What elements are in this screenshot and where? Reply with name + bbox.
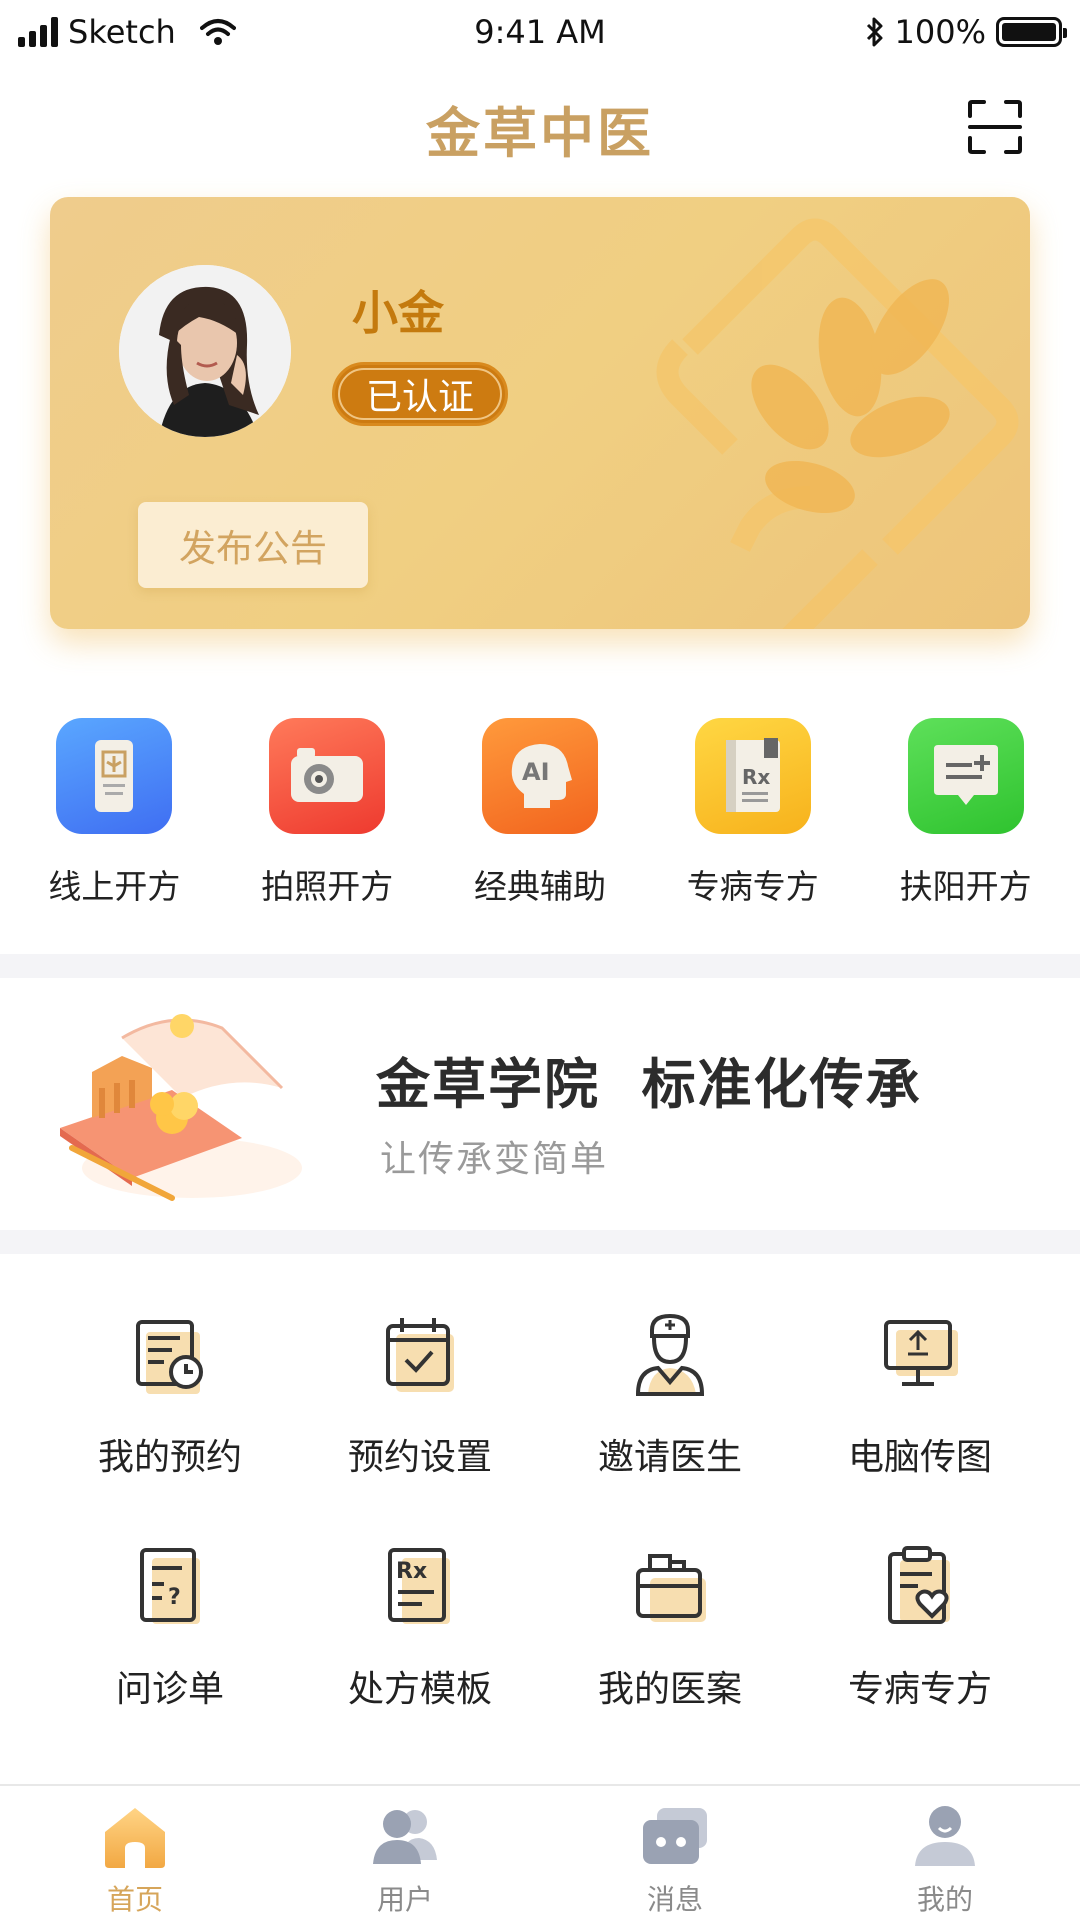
tool-prescription-template[interactable]: Rx 处方模板 (295, 1542, 545, 1712)
avatar[interactable] (119, 265, 291, 437)
appointment-icon (136, 1320, 203, 1394)
status-left: Sketch (18, 13, 236, 51)
quick-actions: 线上开方 拍照开方 AI 经典辅助 Rx 专病专方 扶阳开方 (0, 718, 1080, 908)
tab-bar: 首页 用户 消息 我的 (0, 1784, 1080, 1920)
leaf-logo-watermark (656, 218, 1019, 629)
tool-my-cases[interactable]: 我的医案 (545, 1542, 795, 1712)
phone-card-icon (56, 718, 173, 834)
tool-label: 我的医案 (597, 1669, 742, 1710)
doctor-icon (635, 1313, 705, 1396)
questionnaire-icon: ? (140, 1548, 200, 1624)
quick-action-fuyang-prescription[interactable]: 扶阳开方 (866, 718, 1066, 908)
camera-icon (269, 718, 386, 834)
academy-illustration (60, 1014, 302, 1201)
rx-book-icon: Rx (694, 718, 811, 834)
tool-label: 预约设置 (347, 1437, 492, 1478)
computer-upload-icon (884, 1320, 958, 1386)
quick-action-label: 经典辅助 (473, 867, 606, 906)
carrier-label: Sketch (68, 13, 176, 51)
quick-action-special-disease[interactable]: Rx 专病专方 (653, 718, 853, 908)
quick-action-photo-prescription[interactable]: 拍照开方 (227, 718, 427, 908)
signal-icon (18, 17, 58, 47)
profile-card: 小金 已认证 发布公告 (50, 197, 1030, 629)
user-name: 小金 (352, 286, 444, 340)
tab-label: 消息 (646, 1883, 703, 1916)
tool-my-appointments[interactable]: 我的预约 (45, 1310, 295, 1480)
tool-appointment-settings[interactable]: 预约设置 (295, 1310, 545, 1480)
verified-badge: 已认证 (332, 362, 508, 426)
ai-head-icon: AI (481, 718, 598, 834)
tool-invite-doctor[interactable]: 邀请医生 (545, 1310, 795, 1480)
tool-label: 邀请医生 (597, 1437, 742, 1478)
tool-label: 专病专方 (847, 1669, 992, 1710)
banner-subtitle: 让传承变简单 (380, 1139, 609, 1180)
rx-template-icon: Rx (388, 1548, 450, 1624)
svg-text:Rx: Rx (396, 1559, 427, 1584)
tool-label: 处方模板 (347, 1669, 492, 1710)
tab-mine[interactable]: 我的 (835, 1786, 1055, 1920)
avatar-photo (119, 265, 291, 437)
tab-home[interactable]: 首页 (25, 1786, 245, 1920)
nav-bar: 金草中医 (0, 64, 1080, 192)
tab-label: 用户 (376, 1883, 433, 1916)
users-icon (373, 1810, 437, 1864)
section-divider (0, 1230, 1080, 1254)
message-icon (643, 1808, 707, 1864)
tab-users[interactable]: 用户 (295, 1786, 515, 1920)
wifi-icon (199, 19, 236, 45)
tab-messages[interactable]: 消息 (565, 1786, 785, 1920)
tab-label: 我的 (916, 1883, 973, 1916)
quick-action-label: 拍照开方 (261, 867, 394, 906)
tool-questionnaire[interactable]: ? 问诊单 (45, 1542, 295, 1712)
academy-banner[interactable]: 金草学院 标准化传承 让传承变简单 (0, 978, 1080, 1230)
status-bar: Sketch 9:41 AM 100% (0, 0, 1080, 64)
message-add-icon (907, 718, 1024, 834)
tool-label: 问诊单 (115, 1669, 224, 1710)
tool-pc-upload[interactable]: 电脑传图 (795, 1310, 1045, 1480)
calendar-check-icon (386, 1318, 454, 1392)
profile-icon (915, 1806, 975, 1866)
section-divider (0, 954, 1080, 978)
verified-badge-label: 已认证 (365, 377, 474, 418)
bluetooth-icon (866, 17, 883, 47)
tab-label: 首页 (106, 1883, 163, 1916)
home-icon (105, 1808, 165, 1868)
svg-text:?: ? (168, 1585, 181, 1610)
folder-icon (636, 1554, 706, 1622)
quick-action-label: 扶阳开方 (899, 867, 1032, 906)
clipboard-heart-icon (888, 1546, 950, 1624)
publish-announcement-button[interactable]: 发布公告 (138, 502, 368, 588)
quick-action-label: 线上开方 (48, 867, 181, 906)
battery-icon (996, 17, 1067, 47)
banner-title: 金草学院 标准化传承 (376, 1053, 922, 1116)
tool-special-disease[interactable]: 专病专方 (795, 1542, 1045, 1712)
tool-label: 我的预约 (97, 1437, 242, 1478)
tool-label: 电脑传图 (847, 1437, 992, 1478)
scan-icon[interactable] (966, 98, 1024, 156)
status-right: 100% (865, 13, 1067, 51)
page-title: 金草中医 (426, 101, 654, 165)
quick-action-label: 专病专方 (686, 867, 819, 906)
tool-grid: 我的预约 预约设置 邀请医生 电脑传图 ? 问诊单 Rx 处方模板 我的医案 专… (45, 1310, 1045, 1712)
battery-percent: 100% (894, 13, 986, 51)
svg-text:Rx: Rx (742, 765, 770, 789)
quick-action-online-prescription[interactable]: 线上开方 (14, 718, 214, 908)
quick-action-classic-assist[interactable]: AI 经典辅助 (440, 718, 640, 908)
svg-text:AI: AI (522, 758, 550, 786)
